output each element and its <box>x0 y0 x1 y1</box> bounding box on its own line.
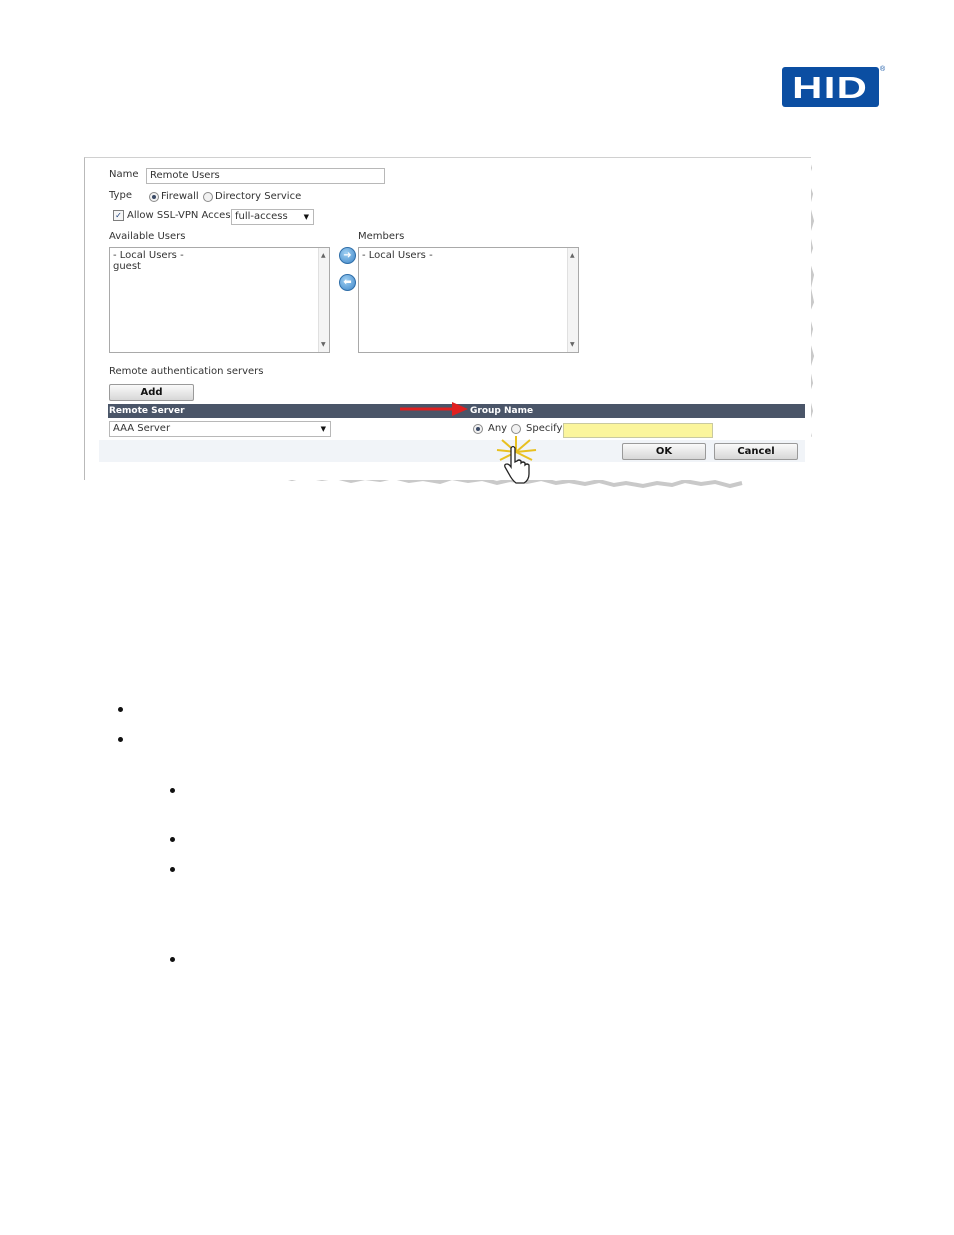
ssl-vpn-checkbox[interactable]: ✓ <box>113 210 124 221</box>
bullet-marker <box>118 737 123 742</box>
type-label: Type <box>109 190 132 201</box>
logo-text: HID <box>792 69 869 105</box>
members-label: Members <box>358 231 405 242</box>
chevron-down-icon: ▼ <box>320 425 326 433</box>
bullet-marker <box>118 707 123 712</box>
bullet-marker <box>170 867 175 872</box>
scrollbar[interactable]: ▲ ▼ <box>318 248 329 352</box>
available-users-label: Available Users <box>109 231 186 242</box>
type-directory-radio[interactable] <box>203 192 213 202</box>
ssl-vpn-value: full-access <box>235 211 288 222</box>
add-member-arrow-icon[interactable]: ➜ <box>339 247 356 264</box>
group-any-radio[interactable] <box>473 424 483 434</box>
bullet-marker <box>170 957 175 962</box>
cancel-button[interactable]: Cancel <box>714 443 798 460</box>
registered-mark: ® <box>880 66 886 73</box>
type-firewall-radio[interactable] <box>149 192 159 202</box>
ssl-vpn-select[interactable]: full-access ▼ <box>231 209 314 225</box>
bullet-marker <box>170 837 175 842</box>
ssl-vpn-label: Allow SSL-VPN Access <box>127 210 236 221</box>
available-users-list[interactable]: - Local Users - guest ▲ ▼ <box>109 247 330 353</box>
scroll-up-icon[interactable]: ▲ <box>321 250 326 261</box>
group-name-input[interactable] <box>563 423 713 438</box>
ok-button[interactable]: OK <box>622 443 706 460</box>
name-input[interactable]: Remote Users <box>146 168 385 184</box>
type-directory-label: Directory Service <box>215 191 302 202</box>
scroll-down-icon[interactable]: ▼ <box>570 339 575 350</box>
remote-server-value: AAA Server <box>113 423 171 434</box>
edit-group-dialog: Name Remote Users Type Firewall Director… <box>84 157 811 480</box>
chevron-down-icon: ▼ <box>303 213 309 221</box>
remote-auth-label: Remote authentication servers <box>109 366 264 377</box>
name-label: Name <box>109 169 139 180</box>
scroll-down-icon[interactable]: ▼ <box>321 339 326 350</box>
list-item[interactable]: guest <box>113 261 326 272</box>
remote-server-select[interactable]: AAA Server ▼ <box>109 421 331 437</box>
members-list[interactable]: - Local Users - ▲ ▼ <box>358 247 579 353</box>
list-item[interactable]: - Local Users - <box>362 250 575 261</box>
group-name-column-header: Group Name <box>470 406 534 416</box>
remove-member-arrow-icon[interactable]: ⬅ <box>339 274 356 291</box>
type-firewall-label: Firewall <box>161 191 199 202</box>
group-specify-radio[interactable] <box>511 424 521 434</box>
scrollbar[interactable]: ▲ ▼ <box>567 248 578 352</box>
hid-logo: HID <box>782 67 879 107</box>
list-item[interactable]: - Local Users - <box>113 250 326 261</box>
add-button[interactable]: Add <box>109 384 194 401</box>
group-specify-label: Specify <box>526 423 563 434</box>
remote-server-column-header: Remote Server <box>109 406 185 416</box>
hand-pointer-icon <box>504 445 530 484</box>
red-arrow-icon <box>400 402 468 416</box>
group-any-label: Any <box>488 423 508 434</box>
scroll-up-icon[interactable]: ▲ <box>570 250 575 261</box>
bullet-marker <box>170 788 175 793</box>
